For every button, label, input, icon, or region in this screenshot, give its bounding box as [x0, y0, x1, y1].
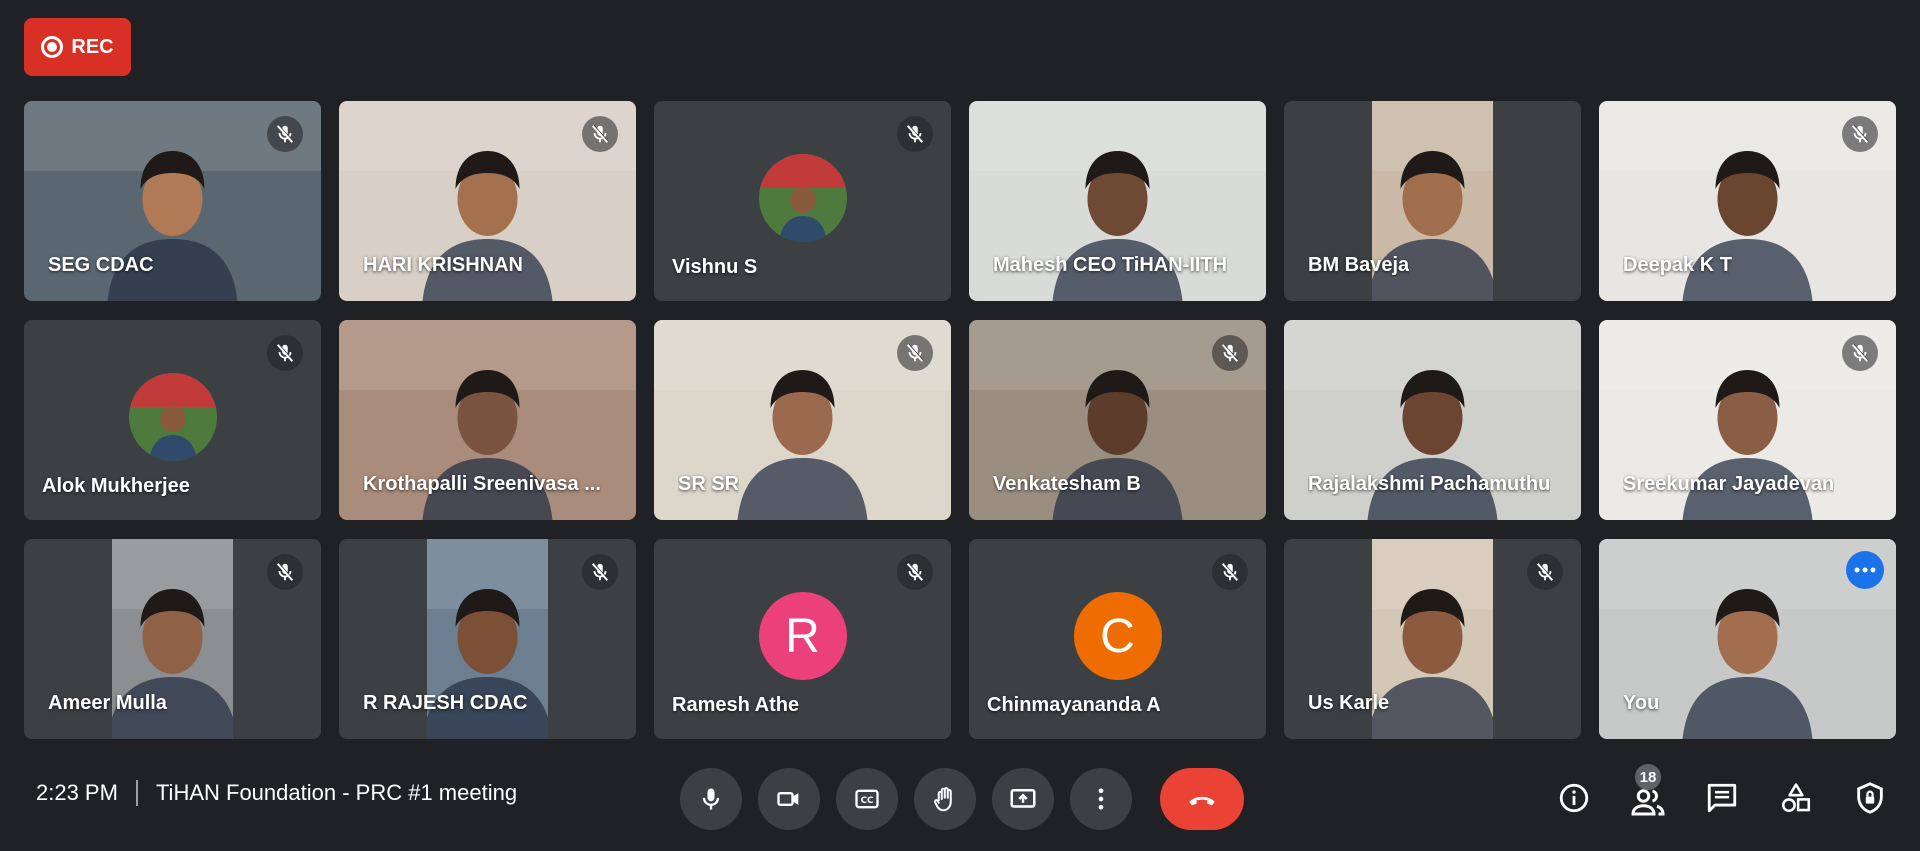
present-screen-button[interactable]	[992, 768, 1054, 830]
participant-tile[interactable]: Rajalakshmi Pachamuthu	[1284, 320, 1581, 520]
recording-label: REC	[71, 35, 114, 58]
participant-name: You	[1623, 692, 1660, 714]
participant-name: R RAJESH CDAC	[363, 692, 528, 714]
captions-button[interactable]: CC	[836, 768, 898, 830]
host-controls-button[interactable]	[1848, 772, 1892, 824]
chat-icon	[1707, 783, 1737, 813]
meeting-title: TiHAN Foundation - PRC #1 meeting	[155, 780, 518, 805]
participant-name: Deepak K T	[1623, 254, 1732, 276]
participant-avatar: R	[758, 592, 847, 680]
participant-grid: SEG CDAC HARI KRISHNAN Vishnu S Mahesh CEO …	[24, 101, 1896, 739]
microphone-button[interactable]	[680, 768, 742, 830]
participant-tile[interactable]: BM Baveja	[1284, 101, 1581, 301]
camera-icon	[777, 792, 799, 806]
participant-name: BM Baveja	[1308, 254, 1410, 276]
captions-icon: CC	[855, 789, 879, 809]
participant-tile[interactable]: Us Karle	[1284, 539, 1581, 739]
mic-off-icon	[267, 554, 303, 590]
call-controls: CC	[680, 768, 1244, 830]
more-horiz-icon	[1854, 567, 1876, 573]
mic-off-icon	[267, 335, 303, 371]
participant-tile[interactable]: Sreekumar Jayadevan	[1599, 320, 1896, 520]
participant-name: Rajalakshmi Pachamuthu	[1308, 473, 1551, 495]
participant-name: Vishnu S	[672, 256, 758, 278]
present-icon	[1010, 789, 1036, 808]
chat-button[interactable]	[1700, 772, 1744, 824]
record-icon	[41, 36, 64, 58]
mic-off-icon	[1842, 116, 1878, 152]
self-tile[interactable]: You	[1599, 539, 1896, 739]
activities-button[interactable]	[1774, 772, 1818, 824]
participant-name: Venkatesham B	[993, 473, 1141, 495]
participant-name: Chinmayananda A	[987, 694, 1161, 716]
participant-name: Ameer Mulla	[48, 692, 167, 714]
people-count-badge: 18	[1635, 764, 1661, 790]
participant-name: Ramesh Athe	[672, 694, 800, 716]
microphone-icon	[702, 788, 720, 810]
recording-indicator: REC	[24, 18, 131, 76]
participant-name: Us Karle	[1308, 692, 1390, 714]
participant-avatar: C	[1073, 592, 1162, 680]
shapes-icon	[1781, 783, 1811, 813]
participant-avatar	[128, 373, 217, 461]
side-panel-buttons: 18	[1552, 764, 1892, 824]
participant-tile[interactable]: Krothapalli Sreenivasa ...	[339, 320, 636, 520]
participant-tile[interactable]: C Chinmayananda A	[969, 539, 1266, 739]
participant-tile[interactable]: Venkatesham B	[969, 320, 1266, 520]
leave-call-button[interactable]	[1160, 768, 1244, 830]
meeting-details-button[interactable]	[1552, 772, 1596, 824]
participant-name: SEG CDAC	[48, 254, 154, 276]
camera-button[interactable]	[758, 768, 820, 830]
mic-off-icon	[582, 554, 618, 590]
mic-off-icon	[897, 554, 933, 590]
hang-up-icon	[1189, 796, 1215, 806]
hand-icon	[933, 787, 952, 812]
participant-tile[interactable]: SEG CDAC	[24, 101, 321, 301]
mic-off-icon	[1527, 554, 1563, 590]
meeting-time: 2:23 PM	[36, 780, 118, 805]
participant-name: Alok Mukherjee	[42, 475, 190, 497]
shield-lock-icon	[1857, 782, 1883, 814]
participant-name: SR SR	[678, 473, 740, 495]
participant-tile[interactable]: Vishnu S	[654, 101, 951, 301]
tile-options-button[interactable]	[1846, 551, 1884, 589]
participant-name: Krothapalli Sreenivasa ...	[363, 473, 601, 495]
mic-off-icon	[1212, 554, 1248, 590]
raise-hand-button[interactable]	[914, 768, 976, 830]
more-options-button[interactable]	[1070, 768, 1132, 830]
mic-off-icon	[897, 335, 933, 371]
people-button[interactable]: 18	[1626, 764, 1670, 824]
participant-tile[interactable]: Mahesh CEO TiHAN-IITH	[969, 101, 1266, 301]
participant-avatar	[758, 154, 847, 242]
participant-tile[interactable]: SR SR	[654, 320, 951, 520]
participant-tile[interactable]: R RAJESH CDAC	[339, 539, 636, 739]
participant-tile[interactable]: Deepak K T	[1599, 101, 1896, 301]
participant-name: HARI KRISHNAN	[363, 254, 523, 276]
meeting-details: 2:23 PM TiHAN Foundation - PRC #1 meetin…	[36, 780, 517, 806]
more-vert-icon	[1098, 788, 1104, 810]
divider	[135, 780, 138, 806]
participant-tile[interactable]: R Ramesh Athe	[654, 539, 951, 739]
mic-off-icon	[1842, 335, 1878, 371]
mic-off-icon	[582, 116, 618, 152]
participant-tile[interactable]: Ameer Mulla	[24, 539, 321, 739]
participant-name: Mahesh CEO TiHAN-IITH	[993, 254, 1228, 276]
participant-name: Sreekumar Jayadevan	[1623, 473, 1835, 495]
participant-tile[interactable]: Alok Mukherjee	[24, 320, 321, 520]
participant-video	[1284, 539, 1581, 739]
mic-off-icon	[897, 116, 933, 152]
mic-off-icon	[1212, 335, 1248, 371]
participant-tile[interactable]: HARI KRISHNAN	[339, 101, 636, 301]
info-icon	[1559, 783, 1589, 813]
svg-text:CC: CC	[861, 796, 874, 806]
mic-off-icon	[267, 116, 303, 152]
